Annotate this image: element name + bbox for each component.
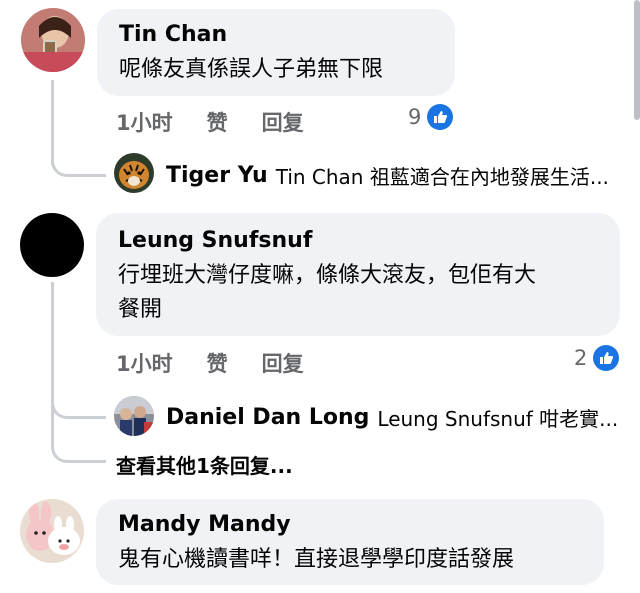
comment-text: 呢條友真係誤人子弟無下限 (119, 57, 384, 82)
avatar-leung-snufsnuf[interactable] (20, 213, 84, 277)
thumbs-up-icon (427, 104, 454, 130)
comment-bubble: Leung Snufsnuf 行埋班大灣仔度嘛，條條大滾友，包佢有大 餐開 (96, 213, 620, 336)
comment-text-line: 行埋班大灣仔度嘛，條條大滾友，包佢有大 (118, 263, 537, 288)
view-more-replies-link[interactable]: 查看其他1条回复... (116, 450, 293, 479)
comment-author[interactable]: Leung Snufsnuf (118, 227, 598, 255)
timestamp[interactable]: 1小时 (116, 348, 173, 378)
thread-connector (51, 140, 106, 177)
reply-text: Tin Chan 祖藍適合在內地發展生活... (275, 164, 609, 189)
reply-button[interactable]: 回复 (262, 348, 304, 378)
like-button[interactable]: 赞 (207, 107, 228, 137)
comment-author[interactable]: Tin Chan (119, 21, 433, 49)
reaction-count[interactable]: 9 (408, 104, 454, 130)
reply-author[interactable]: Daniel Dan Long (166, 405, 369, 430)
comment-actions: 1小时 赞 回复 (116, 107, 304, 137)
comment-actions: 1小时 赞 回复 (116, 348, 304, 378)
reaction-count[interactable]: 2 (574, 345, 620, 371)
scrollbar[interactable] (634, 0, 640, 120)
like-count: 9 (408, 105, 422, 129)
reply-text: Leung Snufsnuf 咁老實... (377, 406, 619, 431)
reply-author[interactable]: Tiger Yu (166, 163, 268, 188)
reply-button[interactable]: 回复 (262, 107, 304, 137)
comment-text: 鬼有心機讀書咩！直接退學學印度話發展 (118, 547, 515, 572)
thread-line (51, 282, 54, 402)
reply-preview[interactable]: Tiger Yu Tin Chan 祖藍適合在內地發展生活... (166, 160, 626, 190)
comment-author[interactable]: Mandy Mandy (118, 511, 582, 539)
avatar-tiger-yu[interactable] (114, 153, 154, 193)
comment-text-line: 餐開 (118, 297, 163, 322)
avatar-tin-chan[interactable] (21, 8, 85, 72)
avatar-mandy-mandy[interactable] (20, 499, 84, 563)
like-count: 2 (574, 346, 588, 370)
like-button[interactable]: 赞 (207, 348, 228, 378)
comment-bubble: Tin Chan 呢條友真係誤人子弟無下限 (97, 9, 455, 96)
thumbs-up-icon (593, 345, 620, 371)
reply-preview[interactable]: Daniel Dan Long Leung Snufsnuf 咁老實... (166, 402, 626, 432)
thread-connector (51, 400, 106, 463)
avatar-daniel-dan-long[interactable] (114, 396, 154, 436)
comment-bubble: Mandy Mandy 鬼有心機讀書咩！直接退學學印度話發展 (96, 499, 604, 585)
timestamp[interactable]: 1小时 (116, 107, 173, 137)
